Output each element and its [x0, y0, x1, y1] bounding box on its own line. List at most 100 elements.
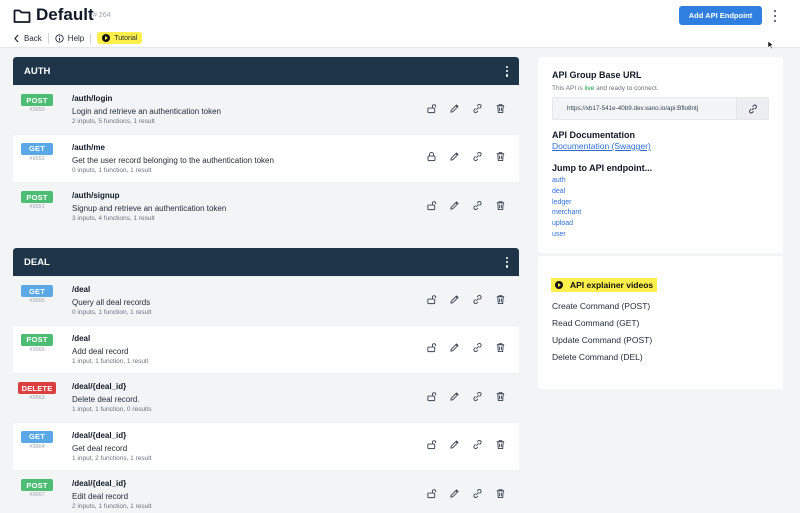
endpoint-path[interactable]: /deal	[72, 285, 90, 294]
edit-pencil-icon[interactable]	[448, 342, 460, 354]
endpoint-meta: 2 inputs, 1 function, 1 result	[72, 503, 152, 511]
edit-pencil-icon[interactable]	[448, 487, 460, 499]
lock-open-icon[interactable]	[425, 390, 437, 402]
edit-pencil-icon[interactable]	[448, 151, 460, 163]
edit-pencil-icon[interactable]	[448, 390, 460, 402]
lock-open-icon[interactable]	[425, 199, 437, 211]
base-url-value: https://xb17-541e-40b9.dev.xano.io/api:B…	[567, 105, 699, 112]
lock-open-icon[interactable]	[425, 293, 437, 305]
endpoint-path[interactable]: /deal/{deal_id}	[72, 479, 126, 488]
edit-pencil-icon[interactable]	[448, 293, 460, 305]
base-url-title: API Group Base URL	[552, 70, 642, 80]
endpoint-path[interactable]: /deal/{deal_id}	[72, 382, 126, 391]
method-badge-wrap: GET #3664	[18, 430, 56, 450]
jump-link-user[interactable]: user	[552, 231, 581, 242]
group-options-icon[interactable]	[504, 256, 510, 268]
jump-link-auth[interactable]: auth	[552, 177, 581, 188]
video-link-read[interactable]: Read Command (GET)	[552, 318, 639, 328]
more-options-icon[interactable]	[770, 8, 780, 24]
jump-link-merchant[interactable]: merchant	[552, 209, 581, 220]
method-badge-wrap: POST #3651	[18, 191, 56, 210]
endpoint-row[interactable]: GET #3664 /deal/{deal_id} Get deal recor…	[13, 421, 519, 471]
endpoint-path[interactable]: /auth/me	[72, 143, 105, 152]
videos-title: API explainer videos	[570, 280, 654, 290]
endpoint-path[interactable]: /deal/{deal_id}	[72, 431, 126, 440]
endpoint-path[interactable]: /deal	[72, 334, 90, 343]
endpoint-path[interactable]: /auth/login	[72, 94, 112, 103]
group-header: AUTH	[13, 57, 519, 85]
help-button[interactable]: Help	[55, 34, 84, 43]
page-id: # 264	[93, 12, 111, 19]
endpoint-id: #3652	[29, 155, 45, 162]
endpoint-description: Login and retrieve an authentication tok…	[72, 107, 221, 116]
base-url-field[interactable]: https://xb17-541e-40b9.dev.xano.io/api:B…	[552, 97, 769, 120]
trash-icon[interactable]	[494, 102, 506, 114]
lock-open-icon[interactable]	[425, 439, 437, 451]
edit-pencil-icon[interactable]	[448, 199, 460, 211]
endpoint-row[interactable]: POST #3667 /deal/{deal_id} Edit deal rec…	[13, 470, 519, 513]
add-api-endpoint-button[interactable]: Add API Endpoint	[679, 6, 762, 25]
jump-link-upload[interactable]: upload	[552, 220, 581, 231]
trash-icon[interactable]	[494, 487, 506, 499]
group-options-icon[interactable]	[504, 65, 510, 77]
edit-pencil-icon[interactable]	[448, 102, 460, 114]
lock-open-icon[interactable]	[425, 342, 437, 354]
tutorial-button[interactable]: Tutorial	[97, 32, 143, 44]
endpoint-row[interactable]: GET #3652 /auth/me Get the user record b…	[13, 133, 519, 183]
method-badge: POST	[21, 191, 53, 204]
trash-icon[interactable]	[494, 199, 506, 211]
endpoint-meta: 1 input, 2 functions, 1 result	[72, 454, 152, 462]
lock-closed-icon[interactable]	[425, 151, 437, 163]
method-badge-wrap: POST #3666	[18, 333, 56, 353]
edit-pencil-icon[interactable]	[448, 439, 460, 451]
method-badge-wrap: GET #3652	[18, 142, 56, 162]
link-icon[interactable]	[471, 390, 483, 402]
endpoint-row[interactable]: POST #3651 /auth/signup Signup and retri…	[13, 182, 519, 231]
link-icon[interactable]	[471, 487, 483, 499]
method-badge: GET	[21, 142, 53, 155]
video-link-create[interactable]: Create Command (POST)	[552, 301, 650, 311]
live-suffix: and ready to connect.	[594, 85, 659, 92]
endpoint-description: Add deal record	[72, 346, 129, 356]
method-badge: POST	[21, 333, 53, 346]
endpoint-description: Delete deal record.	[72, 395, 140, 405]
endpoint-row[interactable]: POST #3666 /deal Add deal record 1 input…	[13, 324, 519, 374]
video-link-update[interactable]: Update Command (POST)	[552, 335, 652, 345]
trash-icon[interactable]	[494, 342, 506, 354]
trash-icon[interactable]	[494, 293, 506, 305]
endpoint-row[interactable]: GET #3665 /deal Query all deal records 0…	[13, 276, 519, 325]
endpoint-group-auth: AUTH POST #3650 /auth/login Login and re…	[13, 57, 519, 231]
link-icon[interactable]	[471, 293, 483, 305]
lock-open-icon[interactable]	[425, 102, 437, 114]
link-icon[interactable]	[471, 151, 483, 163]
video-link-delete[interactable]: Delete Command (DEL)	[552, 352, 643, 362]
endpoint-path[interactable]: /auth/signup	[72, 191, 120, 200]
endpoint-row[interactable]: DELETE #3663 /deal/{deal_id} Delete deal…	[13, 373, 519, 422]
help-label: Help	[67, 33, 85, 43]
link-icon[interactable]	[471, 102, 483, 114]
trash-icon[interactable]	[494, 390, 506, 402]
mouse-cursor-icon	[767, 40, 775, 50]
swagger-docs-link[interactable]: Documentation (Swagger)	[552, 141, 651, 151]
copy-url-button[interactable]	[736, 98, 768, 119]
row-actions	[425, 439, 506, 451]
videos-card: API explainer videos Create Command (POS…	[538, 256, 783, 389]
jump-link-ledger[interactable]: ledger	[552, 199, 581, 210]
back-button[interactable]: Back	[13, 34, 42, 43]
row-actions	[425, 342, 506, 354]
endpoint-row[interactable]: POST #3650 /auth/login Login and retriev…	[13, 85, 519, 134]
trash-icon[interactable]	[494, 151, 506, 163]
nav-divider	[47, 32, 49, 44]
api-explainer-videos-button[interactable]: API explainer videos	[551, 278, 658, 292]
lock-open-icon[interactable]	[425, 487, 437, 499]
jump-link-deal[interactable]: deal	[552, 188, 581, 199]
trash-icon[interactable]	[494, 439, 506, 451]
link-icon[interactable]	[471, 342, 483, 354]
docs-title: API Documentation	[552, 130, 636, 140]
row-actions	[425, 293, 506, 305]
endpoint-id: #3665	[29, 298, 45, 304]
top-bar: Default # 264 Add API Endpoint Back Help…	[0, 0, 800, 50]
endpoint-meta: 1 input, 1 function, 1 result	[72, 357, 149, 365]
link-icon[interactable]	[471, 199, 483, 211]
link-icon[interactable]	[471, 439, 483, 451]
